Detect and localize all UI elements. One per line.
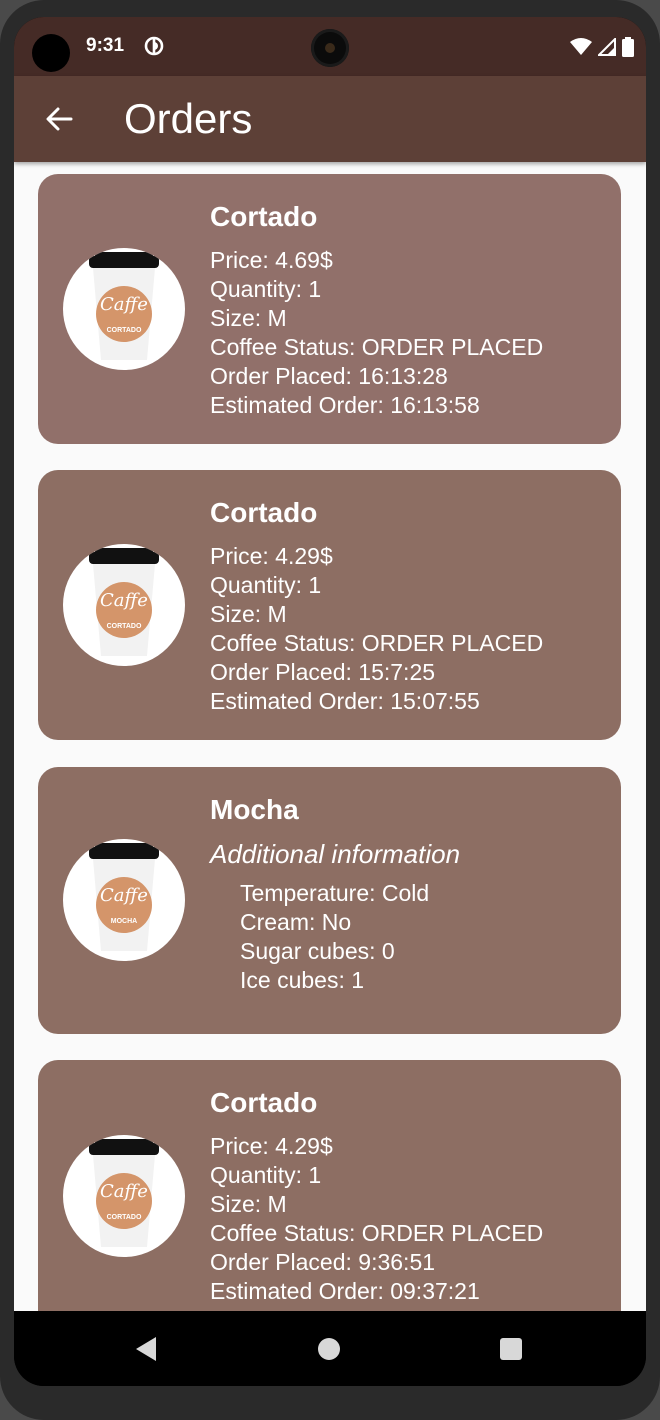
device-frame: 9:31 Orders Caffe CORTADO Cortado Price:… [0, 0, 660, 1420]
order-price: Price: 4.69$ [210, 247, 333, 273]
nav-back-icon [136, 1337, 156, 1361]
coffee-cup-image: Caffe CORTADO [63, 248, 185, 370]
cup-label: CORTADO [107, 1214, 142, 1221]
signal-icon [598, 38, 616, 56]
order-card[interactable]: Caffe MOCHA Mocha Additional information… [38, 767, 621, 1034]
nav-home-button[interactable] [313, 1333, 345, 1365]
nav-back-button[interactable] [130, 1333, 162, 1365]
page-title: Orders [124, 95, 253, 142]
order-placed-time: Order Placed: 15:7:25 [210, 659, 436, 685]
order-name: Cortado [210, 201, 318, 232]
svg-text:Caffe: Caffe [100, 1181, 148, 1202]
detail-temperature: Temperature: Cold [240, 880, 430, 906]
detail-ice: Ice cubes: 1 [240, 967, 365, 993]
order-card[interactable]: Caffe CORTADO Cortado Price: 4.29$ Quant… [38, 1060, 621, 1311]
app-status-icon [144, 36, 164, 56]
nav-recents-icon [500, 1338, 522, 1360]
order-quantity: Quantity: 1 [210, 572, 322, 598]
order-card[interactable]: Caffe CORTADO Cortado Price: 4.29$ Quant… [38, 470, 621, 740]
svg-text:Caffe: Caffe [100, 294, 148, 315]
wifi-icon [570, 38, 592, 55]
svg-text:Caffe: Caffe [100, 590, 148, 611]
order-estimated-time: Estimated Order: 09:37:21 [210, 1278, 480, 1304]
order-info: Cortado Price: 4.29$ Quantity: 1 Size: M… [210, 1088, 543, 1306]
coffee-cup-image: Caffe MOCHA [63, 839, 185, 961]
order-status: Coffee Status: ORDER PLACED [210, 334, 544, 360]
back-button[interactable] [36, 96, 82, 142]
cup-label: CORTADO [107, 327, 142, 334]
order-info: Cortado Price: 4.29$ Quantity: 1 Size: M… [210, 498, 543, 716]
order-size: Size: M [210, 1191, 287, 1217]
order-estimated-time: Estimated Order: 16:13:58 [210, 392, 480, 418]
svg-text:Caffe: Caffe [100, 885, 148, 906]
status-bar: 9:31 [14, 17, 646, 76]
status-icons [570, 37, 634, 57]
order-name: Cortado [210, 497, 318, 528]
battery-icon [622, 37, 634, 57]
cup-label: CORTADO [107, 623, 142, 630]
coffee-cup-image: Caffe CORTADO [63, 1135, 185, 1257]
arrow-left-icon [46, 107, 73, 131]
order-estimated-time: Estimated Order: 15:07:55 [210, 688, 480, 714]
app-bar: Orders [14, 76, 646, 162]
order-status: Coffee Status: ORDER PLACED [210, 1220, 544, 1246]
order-quantity: Quantity: 1 [210, 1162, 322, 1188]
order-placed-time: Order Placed: 16:13:28 [210, 363, 448, 389]
order-card[interactable]: Caffe CORTADO Cortado Price: 4.69$ Quant… [38, 174, 621, 444]
order-price: Price: 4.29$ [210, 1133, 333, 1159]
order-quantity: Quantity: 1 [210, 276, 322, 302]
order-info: Mocha Additional information Temperature… [210, 795, 460, 995]
order-price: Price: 4.29$ [210, 543, 333, 569]
order-status: Coffee Status: ORDER PLACED [210, 630, 544, 656]
order-placed-time: Order Placed: 9:36:51 [210, 1249, 436, 1275]
navigation-bar [14, 1311, 646, 1386]
screen: 9:31 Orders Caffe CORTADO Cortado Price:… [14, 17, 646, 1386]
additional-info-heading: Additional information [210, 839, 461, 869]
front-camera [311, 29, 349, 67]
camera-cutout [32, 34, 70, 72]
order-size: Size: M [210, 601, 287, 627]
nav-home-icon [318, 1338, 340, 1360]
orders-list[interactable]: Caffe CORTADO Cortado Price: 4.69$ Quant… [14, 162, 646, 1311]
coffee-cup-image: Caffe CORTADO [63, 544, 185, 666]
status-time: 9:31 [86, 35, 125, 56]
detail-sugar: Sugar cubes: 0 [240, 938, 395, 964]
order-name: Mocha [210, 794, 299, 825]
cup-label: MOCHA [111, 918, 137, 925]
nav-recents-button[interactable] [495, 1333, 527, 1365]
order-size: Size: M [210, 305, 287, 331]
order-name: Cortado [210, 1087, 318, 1118]
detail-cream: Cream: No [240, 909, 352, 935]
order-info: Cortado Price: 4.69$ Quantity: 1 Size: M… [210, 202, 543, 420]
